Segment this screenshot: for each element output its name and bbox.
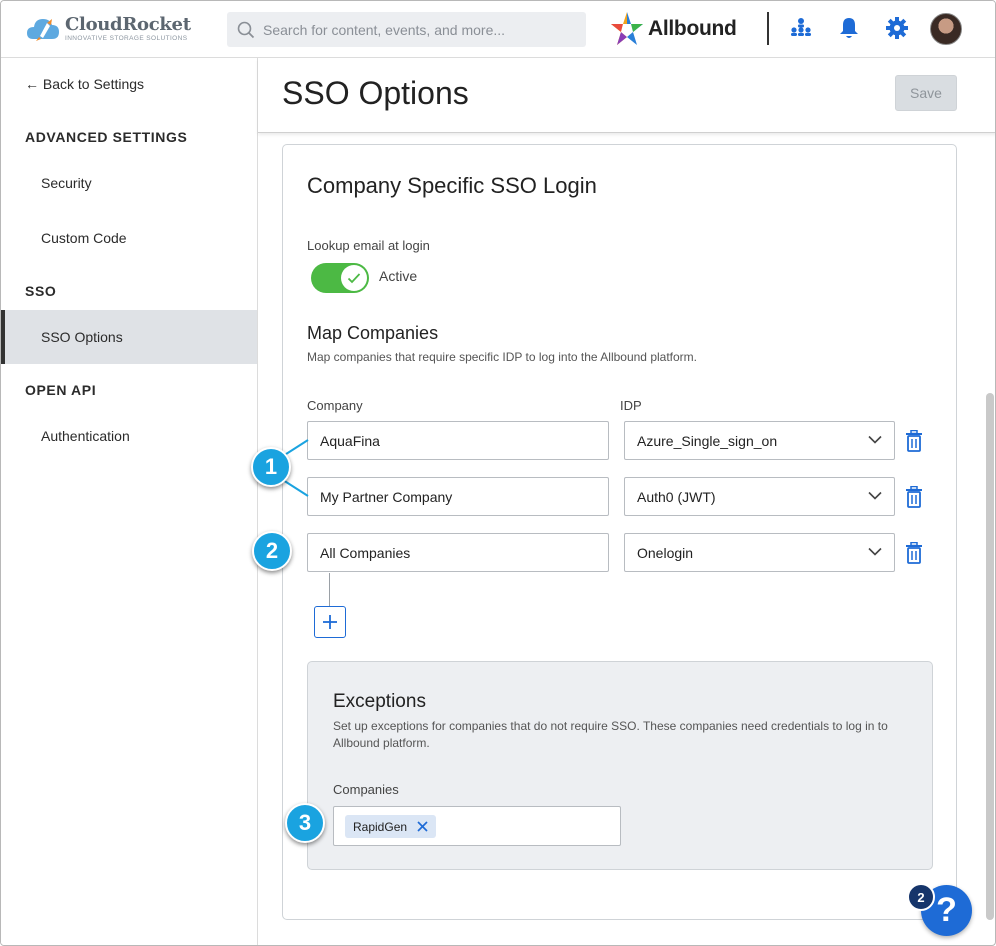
callout-pointer-line xyxy=(282,479,309,497)
help-count-badge: 2 xyxy=(907,883,935,911)
callout-pointers xyxy=(282,439,309,497)
scrollbar[interactable] xyxy=(986,393,994,920)
callout-badge-1: 1 xyxy=(251,447,291,487)
callout-badge-2: 2 xyxy=(252,531,292,571)
callout-pointer-line xyxy=(282,439,309,457)
app-window: CloudRocket INNOVATIVE STORAGE SOLUTIONS… xyxy=(0,0,996,946)
callout-badge-3: 3 xyxy=(285,803,325,843)
